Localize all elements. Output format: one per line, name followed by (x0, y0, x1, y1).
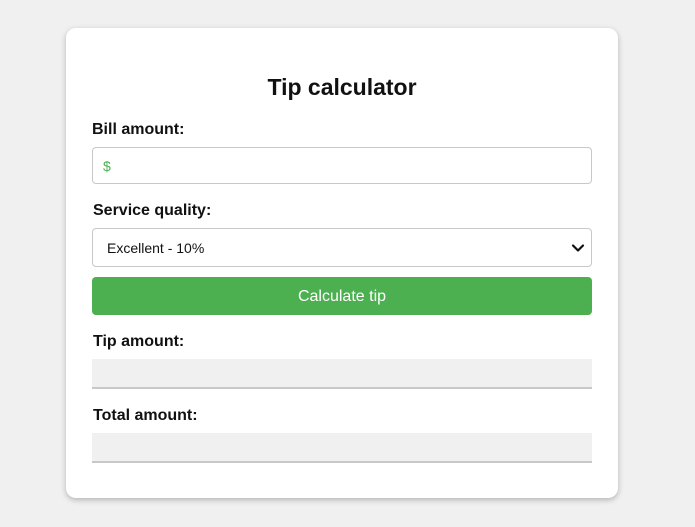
bill-amount-label: Bill amount: (92, 121, 185, 138)
tip-amount-label: Tip amount: (93, 333, 185, 350)
bill-amount-input[interactable] (93, 148, 591, 183)
tip-calculator-card: Tip calculator Bill amount: Service qual… (66, 28, 618, 498)
total-amount-label: Total amount: (93, 407, 198, 424)
service-quality-select[interactable]: Excellent - 10% (92, 228, 592, 267)
calculate-tip-button[interactable]: Calculate tip (92, 277, 592, 315)
service-quality-label: Service quality: (93, 202, 212, 219)
total-amount-output (92, 433, 592, 463)
chevron-down-icon (571, 244, 585, 252)
bill-amount-field[interactable] (92, 147, 592, 184)
service-quality-selected-value: Excellent - 10% (107, 240, 205, 256)
tip-amount-output (92, 359, 592, 389)
page-title: Tip calculator (267, 74, 417, 100)
